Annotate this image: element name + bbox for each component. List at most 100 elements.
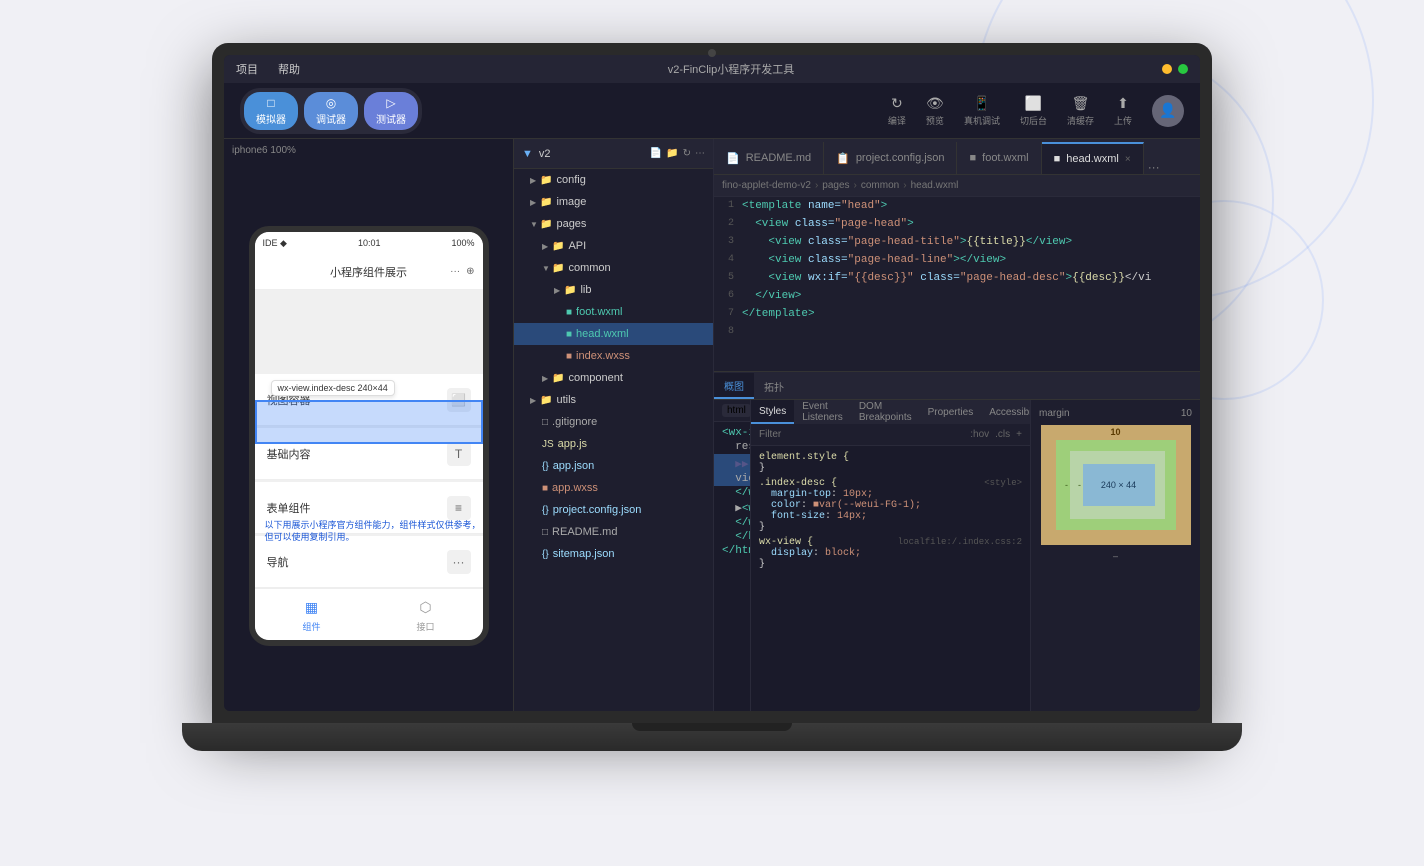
event-listeners-label: Event Listeners [802, 401, 843, 423]
tree-item-pages[interactable]: ▼ 📁 pages [514, 213, 713, 235]
wx-view-source: localfile:/.index.css:2 [898, 537, 1022, 547]
line-num-1: 1 [714, 197, 742, 215]
tree-item-utils[interactable]: ▶ 📁 utils [514, 389, 713, 411]
dom-inspector: html body wx-view.index wx-view.index-hd… [714, 400, 750, 711]
win-maximize-btn[interactable] [1178, 64, 1188, 74]
preview-icon: 👁 [926, 95, 944, 112]
tree-action-4[interactable]: ⋯ [695, 148, 705, 159]
debug-btn[interactable]: ◎ 调试器 [304, 92, 358, 130]
menu-item-project[interactable]: 项目 [236, 61, 258, 77]
api-arrow: ▶ [542, 242, 552, 251]
path-html[interactable]: html [722, 404, 750, 417]
cls-filter[interactable]: .cls [995, 429, 1010, 440]
laptop-base [182, 723, 1242, 751]
tree-action-1[interactable]: 📄 [650, 148, 662, 159]
styles-panel-tabs: Styles Event Listeners DOM Breakpoints [751, 400, 1030, 424]
lib-label: lib [580, 284, 591, 296]
styles-tab-styles[interactable]: Styles [751, 400, 794, 424]
editor-area: 📄 README.md 📋 project.config.json ■ foot… [714, 139, 1200, 711]
tree-item-common[interactable]: ▼ 📁 common [514, 257, 713, 279]
tree-item-foot-wxml[interactable]: ■ foot.wxml [514, 301, 713, 323]
background-icon: ⬜ [1025, 95, 1042, 112]
test-btn[interactable]: ▷ 测试器 [364, 92, 418, 130]
tree-item-index-wxss[interactable]: ■ index.wxss [514, 345, 713, 367]
menu-item-help[interactable]: 帮助 [278, 61, 300, 77]
add-filter[interactable]: + [1016, 429, 1022, 440]
preview-btn[interactable]: 👁 预览 [926, 95, 944, 127]
simulator-btn[interactable]: □ 模拟器 [244, 92, 298, 130]
tree-action-3[interactable]: ↻ [683, 148, 691, 159]
pages-folder-icon: 📁 [540, 219, 552, 230]
styles-tab-accessibility[interactable]: Accessibility [981, 400, 1030, 424]
dom-breakpoints-label: DOM Breakpoints [859, 401, 912, 423]
styles-filter-input[interactable] [759, 429, 962, 440]
tab-close-icon[interactable]: × [1125, 154, 1131, 165]
box-model: margin 10 10 - [1030, 400, 1200, 711]
accessibility-label: Accessibility [989, 407, 1030, 418]
tree-item-lib[interactable]: ▶ 📁 lib [514, 279, 713, 301]
tree-item-app-json[interactable]: {} app.json [514, 455, 713, 477]
win-minimize-btn[interactable] [1162, 64, 1172, 74]
code-line-4: 4 <view class="page-head-line"></view> [714, 251, 1200, 269]
styles-tab-event-listeners[interactable]: Event Listeners [794, 400, 851, 424]
component-label: component [568, 372, 622, 384]
box-border: - - 240 × 44 [1056, 440, 1176, 530]
tree-item-head-wxml[interactable]: ■ head.wxml [514, 323, 713, 345]
compile-label: 编译 [888, 114, 906, 127]
tree-item-project-config[interactable]: {} project.config.json [514, 499, 713, 521]
devtools-top-tabs: 概图 拓扑 [714, 372, 1200, 400]
box-margin: 10 - - 240 × 44 [1041, 425, 1191, 545]
upload-btn[interactable]: ⬆ 上传 [1114, 95, 1132, 127]
tab-more-btn[interactable]: ··· [1144, 160, 1164, 174]
element-style-close: } [759, 463, 765, 474]
phone-panel-header: iphone6 100% [224, 139, 513, 161]
tab-head-wxml[interactable]: ■ head.wxml × [1042, 142, 1144, 174]
breadcrumb-sep-1: › [815, 180, 818, 191]
phone-status-right: 100% [451, 238, 474, 248]
code-editor[interactable]: 1 <template name="head"> 2 <view class="… [714, 197, 1200, 371]
index-wxss-icon: ■ [566, 351, 572, 362]
tab-project-config[interactable]: 📋 project.config.json [824, 142, 957, 174]
phone-tab-api[interactable]: ⬡ 接口 [415, 596, 437, 633]
styles-tab-properties[interactable]: Properties [920, 400, 982, 424]
list-item-3[interactable]: 导航 ··· [255, 536, 483, 588]
styles-tab-dom-breakpoints[interactable]: DOM Breakpoints [851, 400, 920, 424]
background-btn[interactable]: ⬜ 切后台 [1020, 95, 1047, 127]
config-arrow: ▶ [530, 176, 540, 185]
phone-dots-icon[interactable]: ··· [450, 266, 460, 277]
tree-item-sitemap[interactable]: {} sitemap.json [514, 543, 713, 565]
code-content-3: <view class="page-head-title">{{title}}<… [742, 233, 1072, 251]
device-debug-btn[interactable]: 📱 真机调试 [964, 95, 1000, 127]
tree-item-api[interactable]: ▶ 📁 API [514, 235, 713, 257]
tree-item-app-js[interactable]: JS app.js [514, 433, 713, 455]
phone-bottom-tab: ▦ 组件 ⬡ 接口 [255, 588, 483, 640]
tree-item-config[interactable]: ▶ 📁 config [514, 169, 713, 191]
list-icon-2: ≡ [447, 496, 471, 520]
devtools-tab-wxml[interactable]: 概图 [714, 373, 754, 399]
tree-action-2[interactable]: 📁 [666, 148, 678, 159]
hover-filter[interactable]: :hov [970, 429, 989, 440]
highlighted-element: 以下用展示小程序官方组件能力，组件样式仅供参考，但可以使用复制引用。 [255, 400, 483, 444]
phone-device-label: iphone6 100% [232, 145, 296, 156]
tree-item-gitignore[interactable]: □ .gitignore [514, 411, 713, 433]
phone-tab-components[interactable]: ▦ 组件 [301, 596, 323, 633]
devtools-tab-console[interactable]: 拓扑 [754, 373, 794, 399]
tree-item-image[interactable]: ▶ 📁 image [514, 191, 713, 213]
test-label: 测试器 [376, 111, 406, 126]
tree-item-component[interactable]: ▶ 📁 component [514, 367, 713, 389]
styles-filter-bar: :hov .cls + [751, 424, 1030, 446]
component-folder-icon: 📁 [552, 373, 564, 384]
component-arrow: ▶ [542, 374, 552, 383]
compile-btn[interactable]: ↻ 编译 [888, 95, 906, 127]
tree-item-app-wxss[interactable]: ■ app.wxss [514, 477, 713, 499]
utils-folder-icon: 📁 [540, 395, 552, 406]
code-content-5: <view wx:if="{{desc}}" class="page-head-… [742, 269, 1151, 287]
tab-foot-wxml[interactable]: ■ foot.wxml [957, 142, 1041, 174]
tree-item-readme[interactable]: □ README.md [514, 521, 713, 543]
dom-line-0: <wx-image class="index-logo" src="../res… [714, 426, 750, 440]
user-avatar[interactable]: 👤 [1152, 95, 1184, 127]
line-num-7: 7 [714, 305, 742, 323]
phone-close-icon[interactable]: ⊕ [466, 266, 474, 277]
tab-readme[interactable]: 📄 README.md [714, 142, 824, 174]
clear-cache-btn[interactable]: 🗑 清缓存 [1067, 95, 1094, 127]
